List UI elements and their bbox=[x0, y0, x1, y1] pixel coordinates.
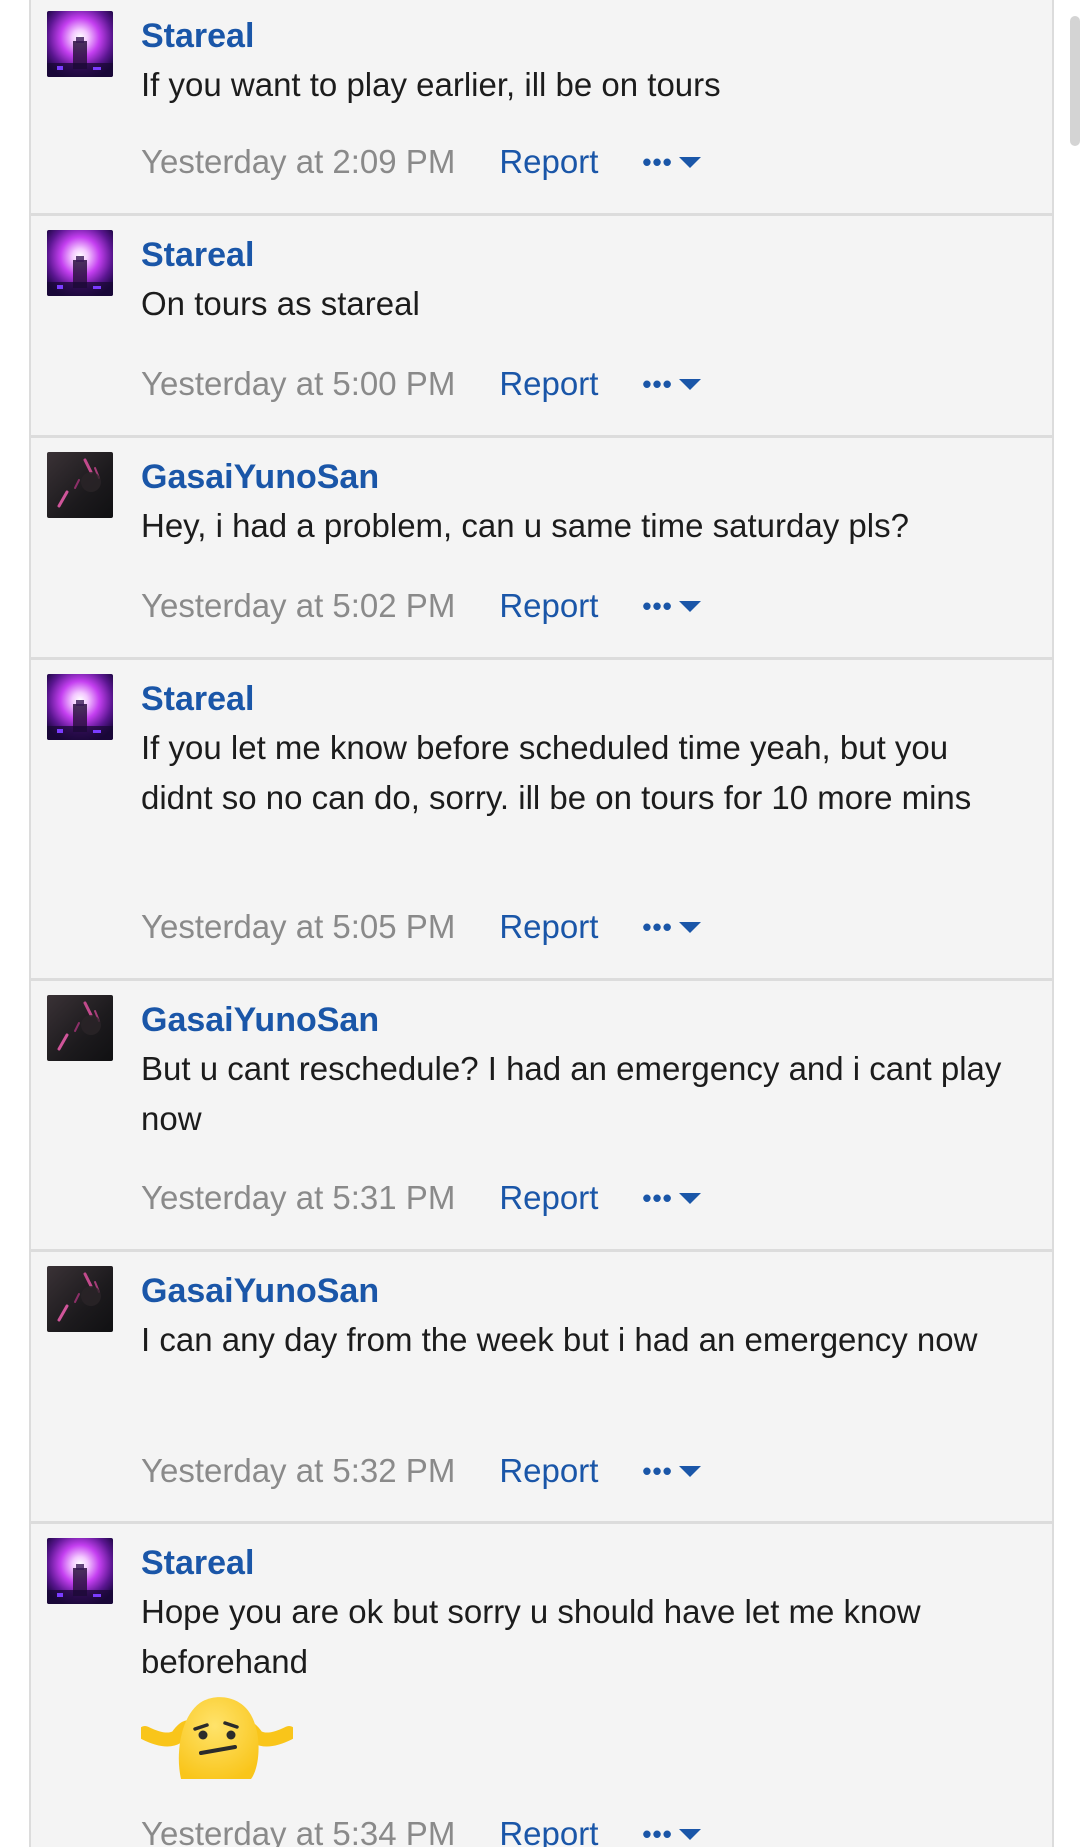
shrug-blob-emoji-icon bbox=[141, 1693, 293, 1785]
message-author[interactable]: Stareal bbox=[141, 231, 1012, 279]
scrollbar-thumb[interactable] bbox=[1070, 16, 1080, 146]
page: Stareal If you want to play earlier, ill… bbox=[0, 0, 1080, 1847]
more-options-button[interactable]: ••• bbox=[642, 138, 701, 186]
more-dots-icon: ••• bbox=[642, 1819, 673, 1847]
report-link[interactable]: Report bbox=[499, 903, 598, 951]
more-dots-icon: ••• bbox=[642, 369, 673, 399]
report-link[interactable]: Report bbox=[499, 1810, 598, 1847]
message-text: Hope you are ok but sorry u should have … bbox=[141, 1593, 921, 1680]
more-options-button[interactable]: ••• bbox=[642, 903, 701, 951]
message-timestamp[interactable]: Yesterday at 5:32 PM bbox=[141, 1447, 455, 1495]
report-link[interactable]: Report bbox=[499, 582, 598, 630]
user-avatar-gasaiyunosan[interactable] bbox=[47, 995, 113, 1061]
more-options-button[interactable]: ••• bbox=[642, 1810, 701, 1847]
message-author[interactable]: GasaiYunoSan bbox=[141, 1267, 1012, 1315]
user-avatar-gasaiyunosan[interactable] bbox=[47, 452, 113, 518]
message-text: If you want to play earlier, ill be on t… bbox=[141, 66, 721, 103]
chevron-down-icon bbox=[678, 1828, 701, 1840]
message-timestamp[interactable]: Yesterday at 5:05 PM bbox=[141, 903, 455, 951]
more-options-button[interactable]: ••• bbox=[642, 1174, 701, 1222]
message-timestamp[interactable]: Yesterday at 5:31 PM bbox=[141, 1174, 455, 1222]
message-timestamp[interactable]: Yesterday at 2:09 PM bbox=[141, 138, 455, 186]
message-author[interactable]: Stareal bbox=[141, 675, 1012, 723]
more-options-button[interactable]: ••• bbox=[642, 1447, 701, 1495]
more-dots-icon: ••• bbox=[642, 147, 673, 177]
message-item: GasaiYunoSan I can any day from the week… bbox=[31, 1255, 1052, 1524]
message-timestamp[interactable]: Yesterday at 5:34 PM bbox=[141, 1810, 455, 1847]
chevron-down-icon bbox=[678, 156, 701, 168]
more-dots-icon: ••• bbox=[642, 1456, 673, 1486]
user-avatar-stareal[interactable] bbox=[47, 230, 113, 296]
message-text: If you let me know before scheduled time… bbox=[141, 729, 972, 816]
report-link[interactable]: Report bbox=[499, 360, 598, 408]
message-text: Hey, i had a problem, can u same time sa… bbox=[141, 507, 909, 544]
report-link[interactable]: Report bbox=[499, 1447, 598, 1495]
message-item: Stareal Hope you are ok but sorry u shou… bbox=[31, 1527, 1052, 1847]
more-dots-icon: ••• bbox=[642, 591, 673, 621]
chevron-down-icon bbox=[678, 1465, 701, 1477]
message-timestamp[interactable]: Yesterday at 5:02 PM bbox=[141, 582, 455, 630]
report-link[interactable]: Report bbox=[499, 138, 598, 186]
message-text: But u cant reschedule? I had an emergenc… bbox=[141, 1050, 1002, 1137]
message-author[interactable]: Stareal bbox=[141, 1539, 1012, 1587]
user-avatar-stareal[interactable] bbox=[47, 11, 113, 77]
more-dots-icon: ••• bbox=[642, 912, 673, 942]
chevron-down-icon bbox=[678, 1192, 701, 1204]
chevron-down-icon bbox=[678, 921, 701, 933]
message-author[interactable]: Stareal bbox=[141, 12, 1012, 60]
chevron-down-icon bbox=[678, 600, 701, 612]
chevron-down-icon bbox=[678, 378, 701, 390]
more-dots-icon: ••• bbox=[642, 1183, 673, 1213]
message-text: I can any day from the week but i had an… bbox=[141, 1321, 978, 1358]
message-item: Stareal If you let me know before schedu… bbox=[31, 663, 1052, 981]
message-author[interactable]: GasaiYunoSan bbox=[141, 996, 1012, 1044]
report-link[interactable]: Report bbox=[499, 1174, 598, 1222]
message-text: On tours as stareal bbox=[141, 285, 420, 322]
message-item: Stareal If you want to play earlier, ill… bbox=[31, 0, 1052, 216]
message-item: Stareal On tours as stareal Yesterday at… bbox=[31, 219, 1052, 438]
user-avatar-gasaiyunosan[interactable] bbox=[47, 1266, 113, 1332]
message-item: GasaiYunoSan Hey, i had a problem, can u… bbox=[31, 441, 1052, 660]
user-avatar-stareal[interactable] bbox=[47, 1538, 113, 1604]
more-options-button[interactable]: ••• bbox=[642, 582, 701, 630]
user-avatar-stareal[interactable] bbox=[47, 674, 113, 740]
message-thread: Stareal If you want to play earlier, ill… bbox=[29, 0, 1054, 1847]
more-options-button[interactable]: ••• bbox=[642, 360, 701, 408]
message-item: GasaiYunoSan But u cant reschedule? I ha… bbox=[31, 984, 1052, 1252]
message-author[interactable]: GasaiYunoSan bbox=[141, 453, 1012, 501]
message-timestamp[interactable]: Yesterday at 5:00 PM bbox=[141, 360, 455, 408]
